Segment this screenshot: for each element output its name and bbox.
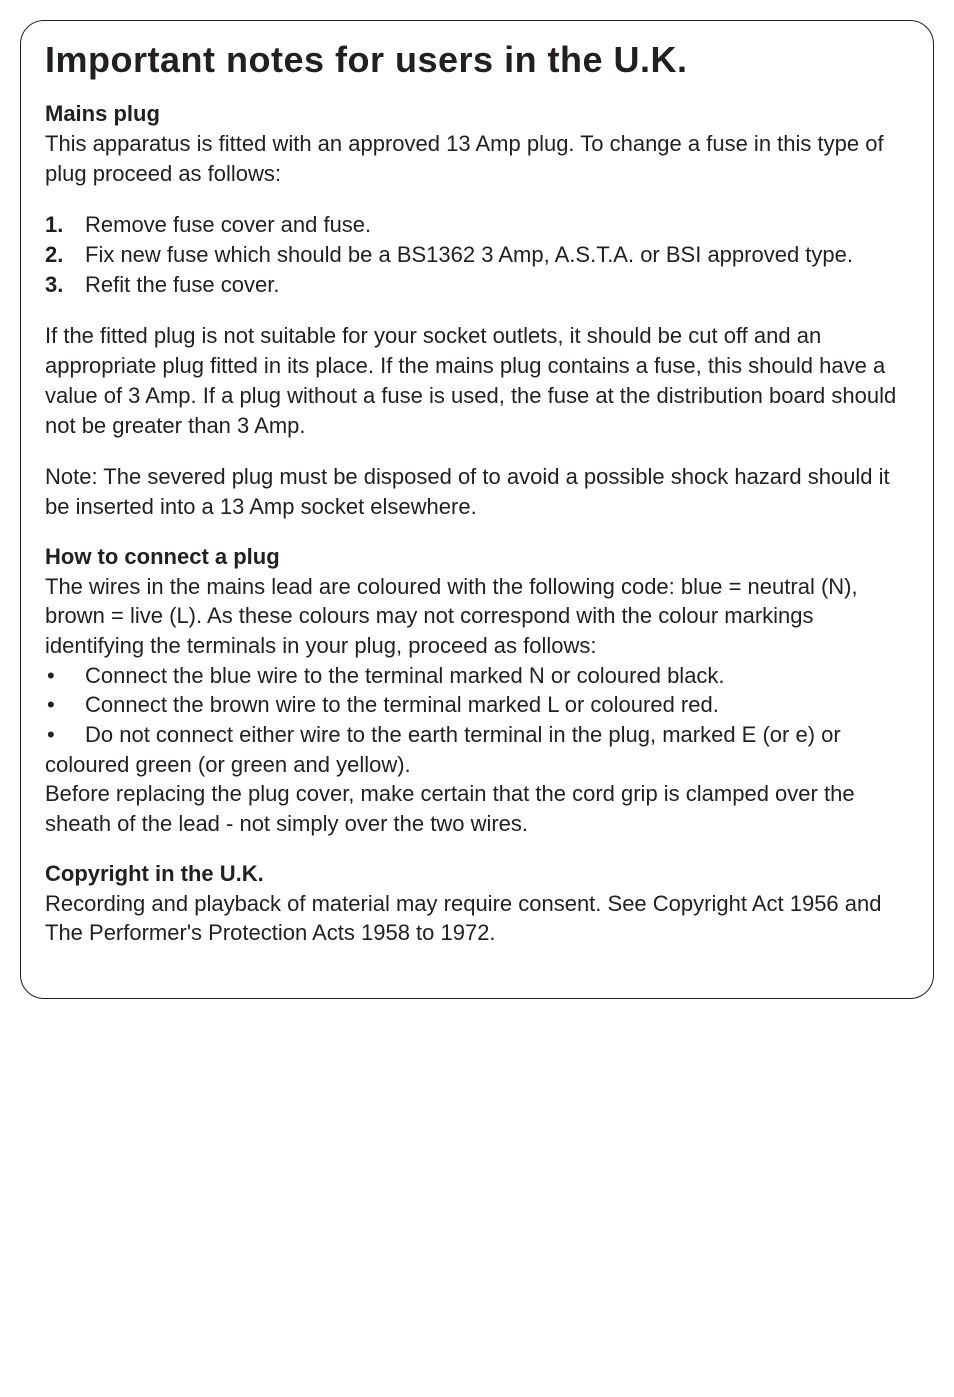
bullet-text: Do not connect either wire to the earth … [85,720,841,750]
mains-plug-note: Note: The severed plug must be disposed … [45,462,909,521]
connect-plug-heading: How to connect a plug [45,544,909,570]
page-title: Important notes for users in the U.K. [45,39,909,81]
bullet-icon: • [45,661,85,691]
step-text: Refit the fuse cover. [85,270,279,300]
connect-plug-bullets: • Connect the blue wire to the terminal … [45,661,909,750]
bullet-text: Connect the brown wire to the terminal m… [85,690,719,720]
section-copyright: Copyright in the U.K. Recording and play… [45,861,909,948]
document-frame: Important notes for users in the U.K. Ma… [20,20,934,999]
step-number: 1. [45,210,85,240]
section-connect-plug: How to connect a plug The wires in the m… [45,544,909,839]
copyright-heading: Copyright in the U.K. [45,861,909,887]
step-text: Remove fuse cover and fuse. [85,210,371,240]
step-text: Fix new fuse which should be a BS1362 3 … [85,240,853,270]
connect-plug-outro: Before replacing the plug cover, make ce… [45,779,909,838]
bullet-text: Connect the blue wire to the terminal ma… [85,661,725,691]
list-item: • Do not connect either wire to the eart… [45,720,909,750]
section-mains-plug: Mains plug This apparatus is fitted with… [45,101,909,522]
step-number: 3. [45,270,85,300]
mains-plug-intro: This apparatus is fitted with an approve… [45,129,909,188]
copyright-text: Recording and playback of material may r… [45,889,909,948]
connect-plug-intro: The wires in the mains lead are coloured… [45,572,909,661]
mains-plug-heading: Mains plug [45,101,909,127]
bullet-icon: • [45,690,85,720]
fuse-steps-list: 1. Remove fuse cover and fuse. 2. Fix ne… [45,210,909,299]
bullet-icon: • [45,720,85,750]
bullet-continuation: coloured green (or green and yellow). [45,750,909,780]
fuse-step-3: 3. Refit the fuse cover. [45,270,909,300]
step-number: 2. [45,240,85,270]
fuse-step-2: 2. Fix new fuse which should be a BS1362… [45,240,909,270]
list-item: • Connect the blue wire to the terminal … [45,661,909,691]
list-item: • Connect the brown wire to the terminal… [45,690,909,720]
fuse-step-1: 1. Remove fuse cover and fuse. [45,210,909,240]
mains-plug-para1: If the fitted plug is not suitable for y… [45,321,909,440]
